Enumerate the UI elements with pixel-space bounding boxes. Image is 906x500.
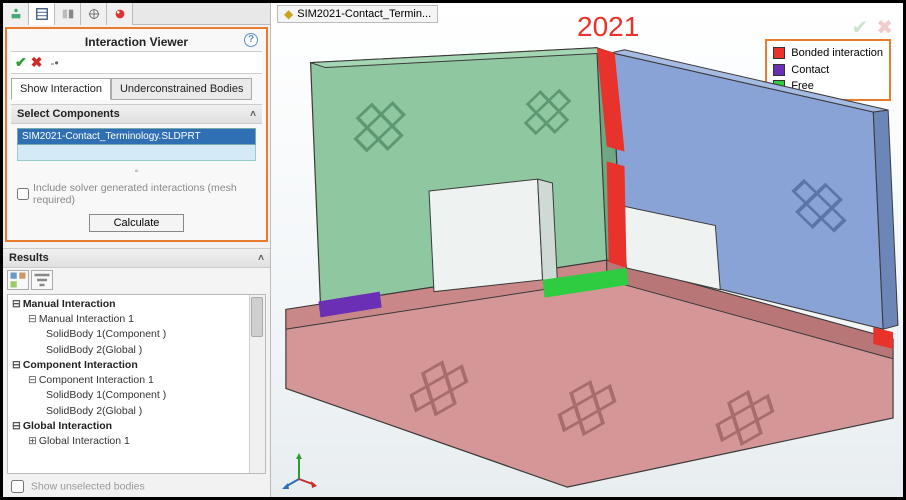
chevron-up-icon: ˄: [250, 109, 256, 120]
include-solver-checkbox[interactable]: [17, 188, 29, 200]
select-components-label: Select Components: [17, 108, 120, 120]
tab-property-manager[interactable]: [29, 3, 55, 25]
part-icon: ◆: [284, 7, 293, 21]
selection-empty-slot[interactable]: [17, 145, 256, 161]
cancel-icon[interactable]: ✖: [31, 54, 43, 71]
tree-leaf-solidbody1-comp-2[interactable]: SolidBody 1(Component ): [10, 388, 263, 403]
filter-icon[interactable]: [31, 270, 53, 290]
results-area: ⊟Manual Interaction ⊟Manual Interaction …: [3, 292, 270, 497]
tab-feature-tree[interactable]: [3, 3, 29, 25]
pin-icon[interactable]: -•: [50, 56, 58, 70]
tree-manual-interaction-1[interactable]: ⊟Manual Interaction 1: [10, 312, 263, 327]
calculate-button[interactable]: Calculate: [89, 214, 185, 232]
select-components-header[interactable]: Select Components ˄: [11, 104, 262, 124]
results-tree[interactable]: ⊟Manual Interaction ⊟Manual Interaction …: [7, 294, 266, 474]
view-triad-icon[interactable]: [279, 449, 319, 489]
tree-scrollbar[interactable]: [249, 295, 265, 473]
subtabs: Show Interaction Underconstrained Bodies: [11, 78, 262, 100]
document-tab-label: SIM2021-Contact_Termin...: [297, 8, 431, 20]
panel-title-row: Interaction Viewer ?: [11, 31, 262, 51]
component-selection-list[interactable]: SIM2021-Contact_Terminology.SLDPRT: [17, 128, 256, 161]
tree-component-interaction[interactable]: ⊟Component Interaction: [10, 358, 263, 373]
tree-scroll-thumb[interactable]: [251, 297, 263, 337]
include-solver-label: Include solver generated interactions (m…: [33, 182, 256, 206]
tree-leaf-solidbody1-comp[interactable]: SolidBody 1(Component ): [10, 327, 263, 342]
help-icon[interactable]: ?: [244, 33, 258, 47]
tree-leaf-solidbody2-global-2[interactable]: SolidBody 2(Global ): [10, 404, 263, 419]
graphics-viewport[interactable]: ◆ SIM2021-Contact_Termin... 2021 ✔ ✖ Bon…: [271, 3, 903, 497]
results-header[interactable]: Results ˄: [3, 248, 270, 268]
property-manager-panel: Interaction Viewer ? ✔ ✖ -• Show Interac…: [3, 3, 271, 497]
show-unselected-checkbox[interactable]: [11, 480, 24, 493]
results-toolbar: [3, 268, 270, 292]
tab-dimxpert[interactable]: [81, 3, 107, 25]
tree-leaf-solidbody2-global[interactable]: SolidBody 2(Global ): [10, 343, 263, 358]
panel-title: Interaction Viewer: [85, 35, 188, 49]
selected-component[interactable]: SIM2021-Contact_Terminology.SLDPRT: [17, 128, 256, 145]
chevron-up-icon: ˄: [258, 253, 264, 264]
show-unselected-label: Show unselected bodies: [31, 480, 145, 492]
tree-global-interaction[interactable]: ⊟Global Interaction: [10, 419, 263, 434]
tree-manual-interaction[interactable]: ⊟Manual Interaction: [10, 297, 263, 312]
panel-tab-strip: [3, 3, 270, 25]
tree-component-interaction-1[interactable]: ⊟Component Interaction 1: [10, 373, 263, 388]
results-label: Results: [9, 252, 49, 264]
ok-icon[interactable]: ✔: [15, 54, 27, 71]
interaction-viewer-section: Interaction Viewer ? ✔ ✖ -• Show Interac…: [5, 27, 268, 242]
tree-global-interaction-1[interactable]: ⊞Global Interaction 1: [10, 434, 263, 449]
action-row: ✔ ✖ -•: [11, 51, 262, 74]
tab-underconstrained[interactable]: Underconstrained Bodies: [111, 78, 253, 100]
document-tab[interactable]: ◆ SIM2021-Contact_Termin...: [277, 5, 438, 23]
show-unselected-row[interactable]: Show unselected bodies: [3, 476, 270, 497]
tab-show-interaction[interactable]: Show Interaction: [11, 78, 111, 100]
flyout-handle-icon[interactable]: ◦: [11, 165, 262, 178]
tab-appearance[interactable]: [107, 3, 133, 25]
tab-configuration[interactable]: [55, 3, 81, 25]
include-solver-row[interactable]: Include solver generated interactions (m…: [11, 178, 262, 210]
iso-scene: [271, 33, 903, 497]
group-by-icon[interactable]: [7, 270, 29, 290]
